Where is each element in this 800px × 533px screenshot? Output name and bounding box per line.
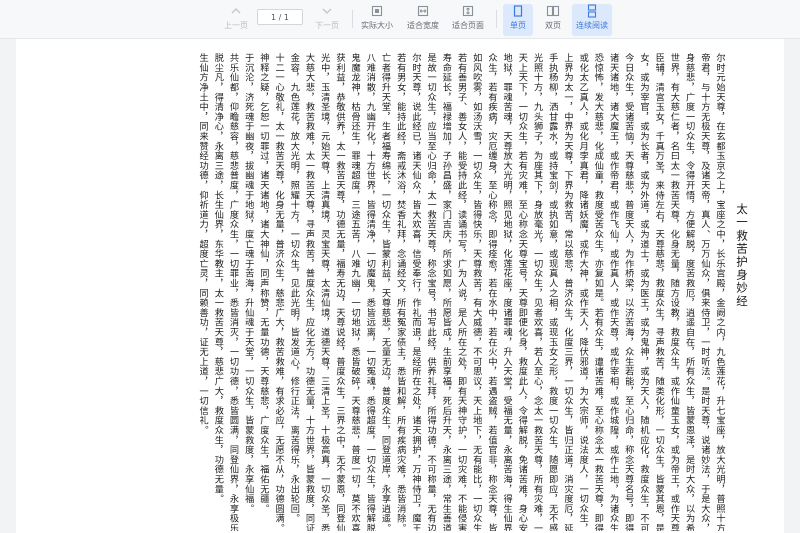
text-column: 如风吹雾，如汤沃雪，一切众生，皆得快乐，天尊救苦，有大威德，不可思议，天上地下，… [470, 53, 482, 531]
text-column: 共乐仙都，仰瞻慈容，慈悲普度，广度众生，一切罪业，悉皆消灭，一切功德，悉皆圆满，… [227, 53, 239, 531]
arrow-down-icon [303, 4, 351, 21]
actual-size-icon [353, 4, 401, 21]
prev-page-label: 上一页 [224, 21, 248, 30]
next-page-button[interactable]: 下一页 [303, 4, 351, 36]
double-page-label: 双页 [545, 21, 561, 30]
prev-page-button[interactable]: 上一页 [212, 4, 260, 36]
text-column: 生仙方净土中，同来赞经功德，仰祈道力，超度亡灵，同赖善功，证无上道，一切信礼。 [197, 53, 209, 436]
text-column: 尔时元始天尊，在玄都玉京之上，宝座之中，长乐宫殿，金阙之内，九色莲花，升七宝座，… [714, 53, 725, 531]
text-column: 尔时天尊，说此经已，诸天仙众，皆大欢喜，信受奉行，作礼而退，是经所在之处，诸天拥… [409, 53, 421, 531]
reader-toolbar: 上一页 1 / 1 下一页 实际大小 适合宽度 适合页面 单页 双页 连续阅读 [0, 0, 800, 39]
text-column: 神释之疑，乞恕一切罪过，诸天诸地，诸大神仙，同声称赞，无量功德，天尊慈悲，广度众… [257, 53, 269, 514]
text-column: 帝君，与十方无极天尊，及诸天帝，真人、万万仙众，俱来侍卫，一时听法。是时天尊，说… [698, 53, 710, 531]
toolbar-divider [496, 10, 497, 28]
actual-size-button[interactable]: 实际大小 [353, 4, 401, 36]
text-column: 或化太乙真人，或化月孛真君，降诸妖魔，或作大神，或作天人，降伏邪道，为大宗师，说… [577, 53, 589, 531]
text-column: 获利益，恭敬供养，太一救苦天尊，功德无量，福寿无边，天尊说经，普度众生，三界之中… [333, 53, 345, 531]
text-column: 鬼魔龙神，枯骨还生，罪魂超度，三途五苦，八难九幽，一切地狱，悉皆破碎，天尊慈悲，… [349, 53, 361, 531]
arrow-up-icon [212, 4, 260, 21]
text-column: 金容，九色莲花，放大光明，照耀十方，一切众生，见此光明，皆发道心，修行正法，离苦… [288, 53, 300, 524]
continuous-reading-button[interactable]: 连续阅读 [572, 4, 612, 36]
text-column: 今日众生，受诸苦恼，天尊慈悲，普度天人，为作桥梁，以济苦海，众生若能，至心归命，… [622, 53, 634, 531]
fit-page-button[interactable]: 适合页面 [444, 4, 492, 36]
text-column: 若有善男子、善女人，能受持此经，读诵书写，广为人说，是人所在之处，即有天神守护，… [455, 53, 467, 531]
document-title: 太一救苦护身妙经 [735, 203, 749, 308]
text-column: 天上天下，一切众生，若有灾难，至心称念天尊宝号，天尊即便化身，救度此人，令得解脱… [516, 53, 528, 531]
page-indicator[interactable]: 1 / 1 [257, 9, 303, 25]
text-column: 十二一心敬礼，太一救苦天尊，化身无量，普济众生，慈悲广大，救苦救难，有求必应，无… [273, 53, 285, 531]
single-page-button[interactable]: 单页 [503, 4, 533, 36]
text-column: 脱尘凡，得清净心，永离三途，长生仙界，东华教主，太一救苦天尊，慈悲广大，救度众生… [212, 53, 224, 504]
text-column: 上界为太一，中界为天尊，下界为救苦，常以慈悲，普济众生，化度三界，一切众生，皆归… [561, 53, 573, 531]
text-column: 诸天诸地，诸大魔王，或作帝君，或作飞仙，或作真人，或作天尊，或作宰相，或作城隍，… [607, 53, 619, 531]
text-column: 世界，有大慈仁者，名曰太一救苦天尊，化身无量，随方设教，救度众生，或作仙童玉女，… [668, 53, 680, 531]
fit-page-icon [444, 4, 492, 21]
text-column: 大慈大悲，救苦救难，太一救苦天尊，寻声救苦，普度众生，应化无方，功德无量，十方世… [303, 53, 315, 531]
continuous-reading-label: 连续阅读 [576, 21, 608, 30]
text-column: 于沉沦，济死魂于幽夜，拔幽魂于地狱，度亡魂于苦海，升仙魂于天堂，一切众生，皆蒙救… [242, 53, 254, 514]
text-column: 臣辅，清宫玉女，千真万圣，来侍左右，天尊慈悲，救度众生，寻声救苦，随类化形，一切… [653, 53, 665, 531]
actual-size-label: 实际大小 [361, 21, 393, 30]
text-column: 是故一切众生，应当至心归命，太一救苦天尊，称念宝号，书写此经，供养礼拜，所得功德… [425, 53, 437, 531]
fit-width-button[interactable]: 适合宽度 [399, 4, 447, 36]
fit-width-icon [399, 4, 447, 21]
fit-page-label: 适合页面 [452, 21, 484, 30]
scripture-text: 太一救苦护身妙经 尔时元始天尊，在玄都玉京之上，宝座之中，长乐宫殿，金阙之内，九… [50, 53, 750, 531]
text-column: 众生，若有疾病，灾厄缠身，至心称念，即得痊愈，若在水中，若在火中，若遇盗贼，若值… [485, 53, 497, 531]
next-page-label: 下一页 [315, 21, 339, 30]
text-column: 八难消散，九幽开化，十方世界，皆得清净，一切魔鬼，悉皆远离，一切冤魂，悉得超度，… [364, 53, 376, 531]
text-column: 地狱，罪魂苦魂，天尊放大光明，照见地狱，化莲花座，度诸罪魂，升入天堂，受福无量，… [501, 53, 513, 531]
document-page: 太一救苦护身妙经 尔时元始天尊，在玄都玉京之上，宝座之中，长乐宫殿，金阙之内，九… [16, 39, 784, 533]
double-page-button[interactable]: 双页 [538, 4, 568, 36]
text-column: 若有男女，能持此经，斋戒沐浴，焚香礼拜，念诵经文，所有冤家债主，悉皆和解，所有疾… [394, 53, 406, 531]
continuous-reading-icon [572, 4, 612, 21]
text-column: 光照十方，九头狮子，为座其下，身放毫光，一切众生，见者欢喜，若人至心，念太一救苦… [531, 53, 543, 531]
text-column: 恐惊怖，发大慈悲，化成仙童，救度受苦众生，亦复如是。若有众生，遭诸苦难，至心称念… [592, 53, 604, 531]
double-page-icon [538, 4, 568, 21]
single-page-label: 单页 [510, 21, 526, 30]
text-column: 身慈悲，广度一切众生，令得开悟，方便解脱，度苦救厄，逍遥自在，所有众生，皆蒙恩泽… [683, 53, 695, 531]
text-column: 手执杨柳，洒甘露水，或持宝剑，或执如意，或现真人之相，或现玉女之形，救度一切众生… [546, 53, 558, 531]
text-column: 女，或为宰官，或为长者，或为外道，或为道士，或为医王，或为鬼神，或为天人，随机应… [637, 53, 649, 531]
single-page-icon [503, 4, 533, 21]
fit-width-label: 适合宽度 [407, 21, 439, 30]
text-column: 寿命延长，福禄增加，子孙昌盛，家门吉庆，所求如愿，所愿皆成，生前享福，死后升天，… [440, 53, 452, 531]
text-column: 亡者得升天堂，生者福寿绵长，一切众生，皆蒙利益，天尊慈悲，无量无边，普度众生，同… [379, 53, 391, 531]
text-column: 光中，玉清圣境，元始天尊，上清真境，灵宝天尊，太清仙境，道德天尊，三清上圣，十极… [318, 53, 330, 531]
